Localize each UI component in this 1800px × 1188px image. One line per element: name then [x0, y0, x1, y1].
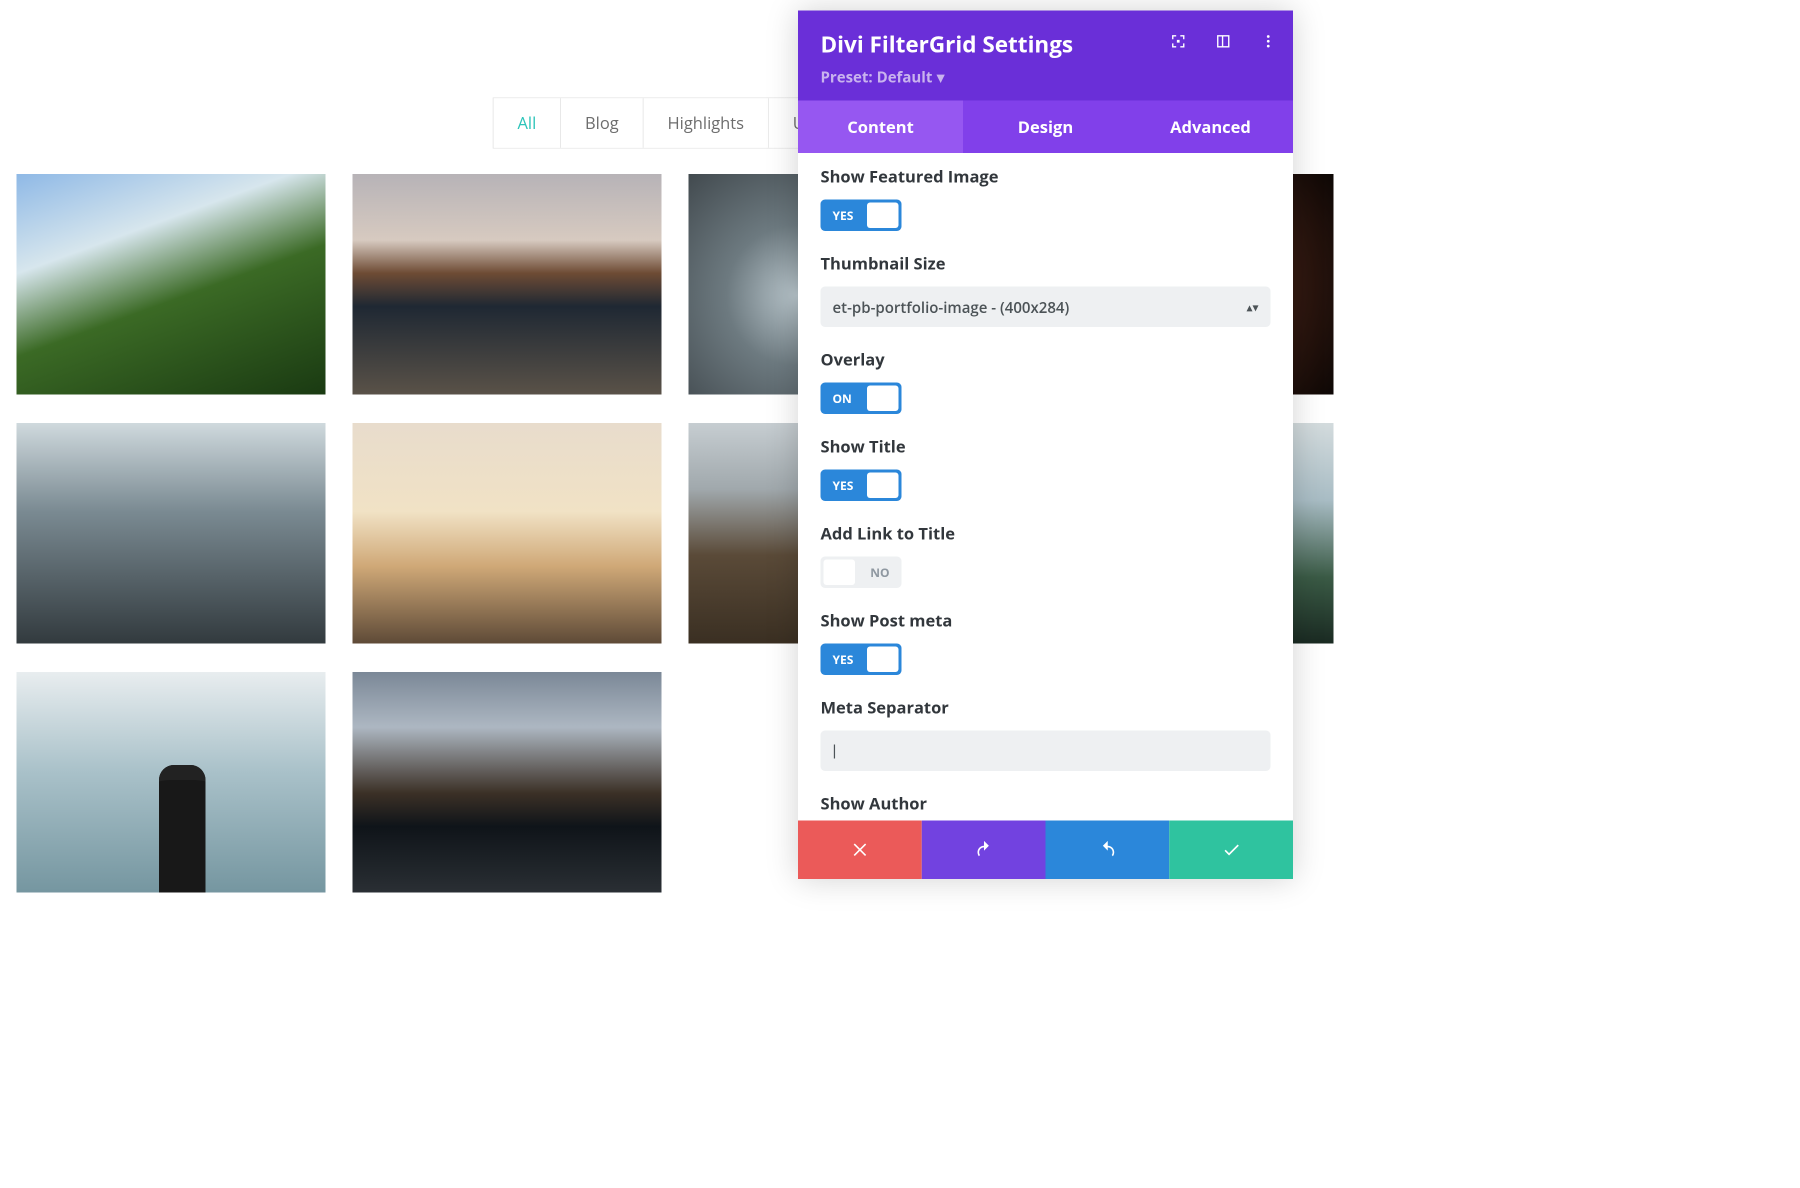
- toggle-show-title[interactable]: YES: [821, 470, 902, 502]
- settings-panel: Divi FilterGrid Settings Preset: Default…: [798, 11, 1293, 880]
- panel-tabs: Content Design Advanced: [798, 101, 1293, 154]
- panel-header-icons: [1170, 33, 1277, 50]
- toggle-show-featured-image[interactable]: YES: [821, 200, 902, 232]
- setting-label: Show Title: [821, 435, 1271, 458]
- toggle-text: NO: [861, 557, 898, 589]
- filter-tab-all[interactable]: All: [494, 98, 562, 148]
- setting-label: Show Author: [821, 792, 1271, 815]
- toggle-knob: [867, 647, 899, 673]
- toggle-knob: [867, 203, 899, 229]
- panel-footer: [798, 821, 1293, 880]
- panel-layout-icon[interactable]: [1215, 33, 1232, 50]
- gallery-item[interactable]: [353, 423, 662, 644]
- filter-tab-highlights[interactable]: Highlights: [643, 98, 768, 148]
- select-caret-icon: ▴▾: [1246, 299, 1258, 316]
- setting-label: Overlay: [821, 348, 1271, 371]
- gallery-item[interactable]: [17, 174, 326, 395]
- more-menu-icon[interactable]: [1260, 33, 1277, 50]
- tab-advanced[interactable]: Advanced: [1128, 101, 1293, 154]
- setting-show-post-meta: Show Post meta YES: [821, 609, 1271, 675]
- filter-tabs: All Blog Highlights Up: [493, 98, 840, 149]
- preset-dropdown[interactable]: Preset: Default ▾: [821, 67, 945, 87]
- setting-show-title: Show Title YES: [821, 435, 1271, 501]
- save-button[interactable]: [1169, 821, 1293, 880]
- setting-add-link-to-title: Add Link to Title NO: [821, 522, 1271, 588]
- setting-show-featured-image: Show Featured Image YES: [821, 165, 1271, 231]
- panel-body[interactable]: Show Featured Image YES Thumbnail Size e…: [798, 153, 1293, 821]
- close-icon: [850, 840, 870, 860]
- tab-design[interactable]: Design: [963, 101, 1128, 154]
- setting-label: Add Link to Title: [821, 522, 1271, 545]
- toggle-show-post-meta[interactable]: YES: [821, 644, 902, 676]
- setting-show-author: Show Author: [821, 792, 1271, 815]
- redo-button[interactable]: [1046, 821, 1170, 880]
- toggle-text: YES: [824, 470, 863, 502]
- input-meta-separator[interactable]: [821, 731, 1271, 772]
- setting-thumbnail-size: Thumbnail Size et-pb-portfolio-image - (…: [821, 252, 1271, 327]
- check-icon: [1221, 840, 1241, 860]
- undo-icon: [974, 840, 994, 860]
- expand-icon[interactable]: [1170, 33, 1187, 50]
- toggle-knob: [867, 386, 899, 412]
- gallery-item[interactable]: [353, 174, 662, 395]
- panel-header: Divi FilterGrid Settings Preset: Default…: [798, 11, 1293, 101]
- setting-label: Meta Separator: [821, 696, 1271, 719]
- filter-tab-blog[interactable]: Blog: [561, 98, 643, 148]
- preset-label: Preset: Default: [821, 67, 933, 87]
- select-thumbnail-size[interactable]: et-pb-portfolio-image - (400x284) ▴▾: [821, 287, 1271, 328]
- toggle-overlay[interactable]: ON: [821, 383, 902, 415]
- redo-icon: [1098, 840, 1118, 860]
- gallery-item[interactable]: [17, 423, 326, 644]
- toggle-knob: [867, 473, 899, 499]
- toggle-text: YES: [824, 200, 863, 232]
- gallery-item[interactable]: [353, 672, 662, 893]
- setting-meta-separator: Meta Separator: [821, 696, 1271, 771]
- setting-label: Show Featured Image: [821, 165, 1271, 188]
- setting-label: Show Post meta: [821, 609, 1271, 632]
- toggle-add-link-to-title[interactable]: NO: [821, 557, 902, 589]
- setting-label: Thumbnail Size: [821, 252, 1271, 275]
- toggle-text: ON: [824, 383, 861, 415]
- caret-down-icon: ▾: [937, 67, 945, 87]
- cancel-button[interactable]: [798, 821, 922, 880]
- toggle-text: YES: [824, 644, 863, 676]
- setting-overlay: Overlay ON: [821, 348, 1271, 414]
- tab-content[interactable]: Content: [798, 101, 963, 154]
- undo-button[interactable]: [922, 821, 1046, 880]
- toggle-knob: [824, 560, 856, 586]
- gallery-item[interactable]: [17, 672, 326, 893]
- select-value: et-pb-portfolio-image - (400x284): [833, 297, 1070, 317]
